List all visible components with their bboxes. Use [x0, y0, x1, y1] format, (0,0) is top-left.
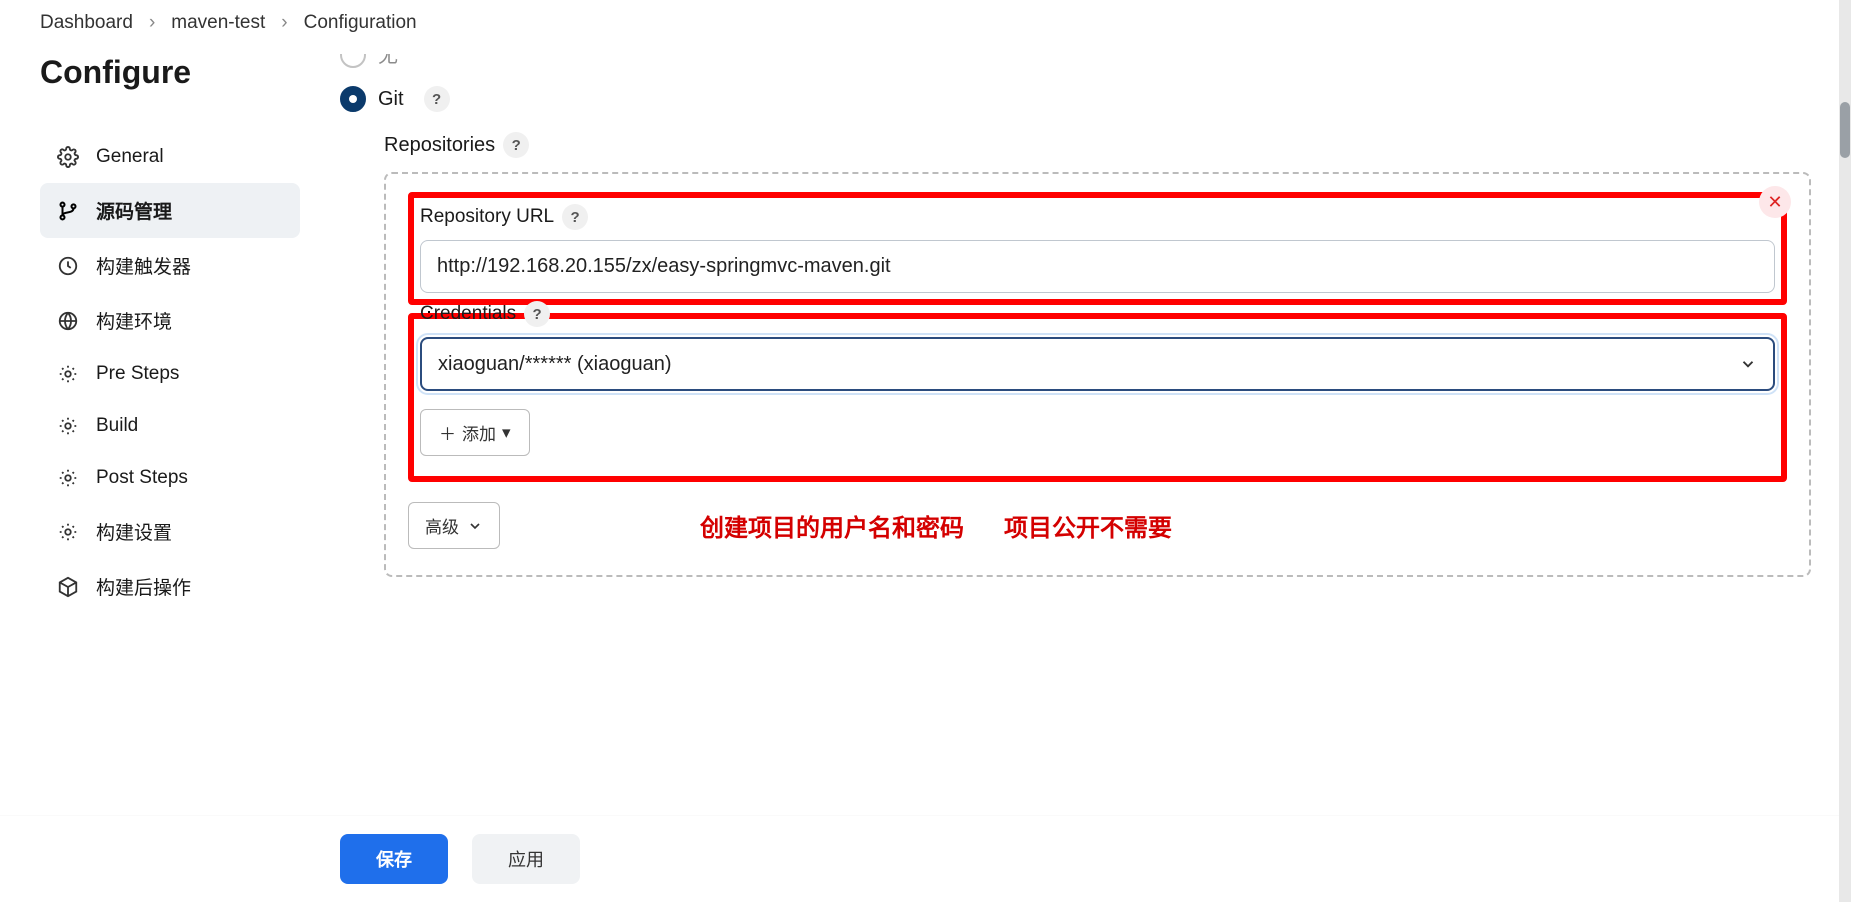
help-icon[interactable]: ? [524, 301, 550, 327]
remove-repo-button[interactable]: ✕ [1759, 186, 1791, 218]
footer-bar: 保存 应用 [0, 815, 1851, 902]
close-icon: ✕ [1767, 192, 1782, 213]
sidebar-item-general[interactable]: General [40, 131, 300, 183]
advanced-button[interactable]: 高级 [408, 502, 500, 549]
plus-icon: ＋ [439, 420, 456, 445]
clock-icon [56, 254, 80, 278]
sidebar-item-label: 源码管理 [96, 197, 172, 224]
sidebar-item-triggers[interactable]: 构建触发器 [40, 238, 300, 293]
breadcrumb: Dashboard › maven-test › Configuration [0, 0, 1851, 54]
scrollbar-thumb[interactable] [1840, 102, 1850, 158]
radio-label: 无 [378, 54, 398, 68]
box-icon [56, 575, 80, 599]
sidebar-item-label: Post Steps [96, 467, 188, 489]
repositories-label: Repositories ? [384, 132, 1811, 158]
sidebar-item-label: Pre Steps [96, 363, 179, 385]
breadcrumb-page[interactable]: Configuration [304, 12, 417, 34]
repo-url-input[interactable] [420, 240, 1775, 293]
gear-icon [56, 520, 80, 544]
radio-git[interactable]: Git ? [340, 86, 1811, 112]
apply-button[interactable]: 应用 [472, 834, 580, 884]
save-button[interactable]: 保存 [340, 834, 448, 884]
annotation-text: 创建项目的用户名和密码 项目公开不需要 [700, 508, 1172, 543]
chevron-right-icon: › [149, 12, 155, 34]
gear-icon [56, 466, 80, 490]
sidebar-item-label: 构建后操作 [96, 573, 191, 600]
sidebar-item-post-steps[interactable]: Post Steps [40, 452, 300, 504]
help-icon[interactable]: ? [562, 204, 588, 230]
chevron-right-icon: › [281, 12, 287, 34]
radio-label: Git [378, 88, 404, 111]
radio-icon [340, 54, 366, 68]
sidebar-item-env[interactable]: 构建环境 [40, 293, 300, 348]
caret-down-icon: ▾ [502, 423, 511, 443]
branch-icon [56, 199, 80, 223]
add-credentials-button[interactable]: ＋添加 ▾ [420, 409, 530, 456]
radio-none[interactable]: 无 [340, 54, 1811, 68]
main-content: 无 Git ? Repositories ? ✕ Repository URL … [300, 54, 1811, 614]
radio-selected-icon [340, 86, 366, 112]
sidebar-item-label: General [96, 146, 164, 168]
sidebar-item-label: 构建环境 [96, 307, 172, 334]
annotation-highlight: Repository URL ? [408, 192, 1787, 305]
sidebar: Configure General 源码管理 构建触发器 构建环境 [40, 54, 300, 614]
sidebar-item-label: Build [96, 415, 138, 437]
gear-icon [56, 145, 80, 169]
chevron-down-icon [467, 518, 483, 534]
sidebar-item-pre-steps[interactable]: Pre Steps [40, 348, 300, 400]
globe-icon [56, 309, 80, 333]
help-icon[interactable]: ? [424, 86, 450, 112]
help-icon[interactable]: ? [503, 132, 529, 158]
scrollbar-track[interactable] [1839, 0, 1851, 902]
sidebar-item-post-build[interactable]: 构建后操作 [40, 559, 300, 614]
breadcrumb-dashboard[interactable]: Dashboard [40, 12, 133, 34]
repo-url-label: Repository URL ? [420, 204, 1775, 230]
breadcrumb-project[interactable]: maven-test [171, 12, 265, 34]
credentials-select[interactable]: xiaoguan/****** (xiaoguan) [420, 337, 1775, 391]
repository-block: ✕ Repository URL ? Credentials ? [384, 172, 1811, 577]
annotation-highlight: Credentials ? xiaoguan/****** (xiaoguan)… [408, 313, 1787, 482]
credentials-label: Credentials ? [420, 301, 1775, 327]
sidebar-item-label: 构建设置 [96, 518, 172, 545]
sidebar-item-build-settings[interactable]: 构建设置 [40, 504, 300, 559]
sidebar-item-scm[interactable]: 源码管理 [40, 183, 300, 238]
sidebar-item-build[interactable]: Build [40, 400, 300, 452]
page-title: Configure [40, 54, 300, 91]
gear-icon [56, 362, 80, 386]
sidebar-item-label: 构建触发器 [96, 252, 191, 279]
gear-icon [56, 414, 80, 438]
